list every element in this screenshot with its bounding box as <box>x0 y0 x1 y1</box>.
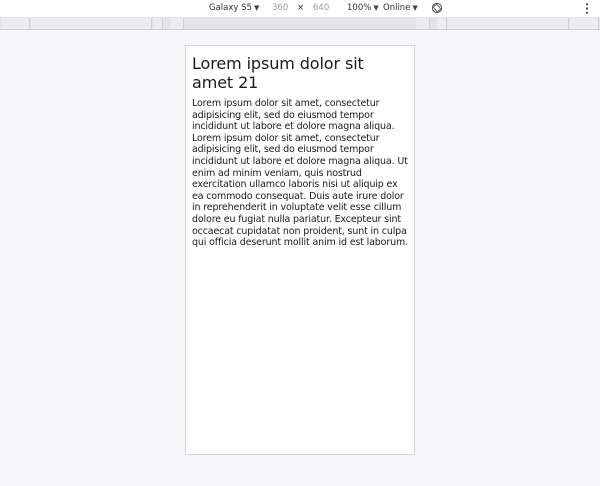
media-query-segment[interactable] <box>416 18 430 29</box>
device-name: Galaxy S5 <box>209 3 252 13</box>
media-query-segment[interactable] <box>448 18 569 29</box>
more-options-icon[interactable] <box>585 2 589 15</box>
width-input[interactable]: 360 <box>272 3 288 14</box>
media-query-segment[interactable] <box>153 18 163 29</box>
network-throttle-select[interactable]: Online ▼ <box>383 3 418 14</box>
network-value: Online <box>383 3 411 13</box>
device-select[interactable]: Galaxy S5 ▼ <box>209 3 259 14</box>
media-query-segment[interactable] <box>31 18 152 29</box>
chevron-down-icon: ▼ <box>412 4 418 12</box>
zoom-value: 100% <box>347 3 372 13</box>
media-query-segment[interactable] <box>437 18 447 29</box>
zoom-select[interactable]: 100% ▼ <box>347 3 379 14</box>
device-toolbar: Galaxy S5 ▼ 360 × 640 100% ▼ Online ▼ <box>0 0 600 17</box>
chevron-down-icon: ▼ <box>253 4 260 12</box>
media-query-bar[interactable] <box>0 17 600 30</box>
rotate-icon[interactable] <box>431 2 443 14</box>
dimension-separator: × <box>297 3 305 13</box>
height-input[interactable]: 640 <box>313 3 329 14</box>
chevron-down-icon: ▼ <box>373 4 379 12</box>
page-heading: Lorem ipsum dolor sit amet 21 <box>192 54 364 92</box>
media-query-segment[interactable] <box>170 18 184 29</box>
device-viewport[interactable]: Lorem ipsum dolor sit amet 21 Lorem ipsu… <box>185 45 415 455</box>
media-query-segment[interactable] <box>570 18 599 29</box>
page-paragraph: Lorem ipsum dolor sit amet, consectetur … <box>192 98 408 249</box>
media-query-segment[interactable] <box>1 18 30 29</box>
